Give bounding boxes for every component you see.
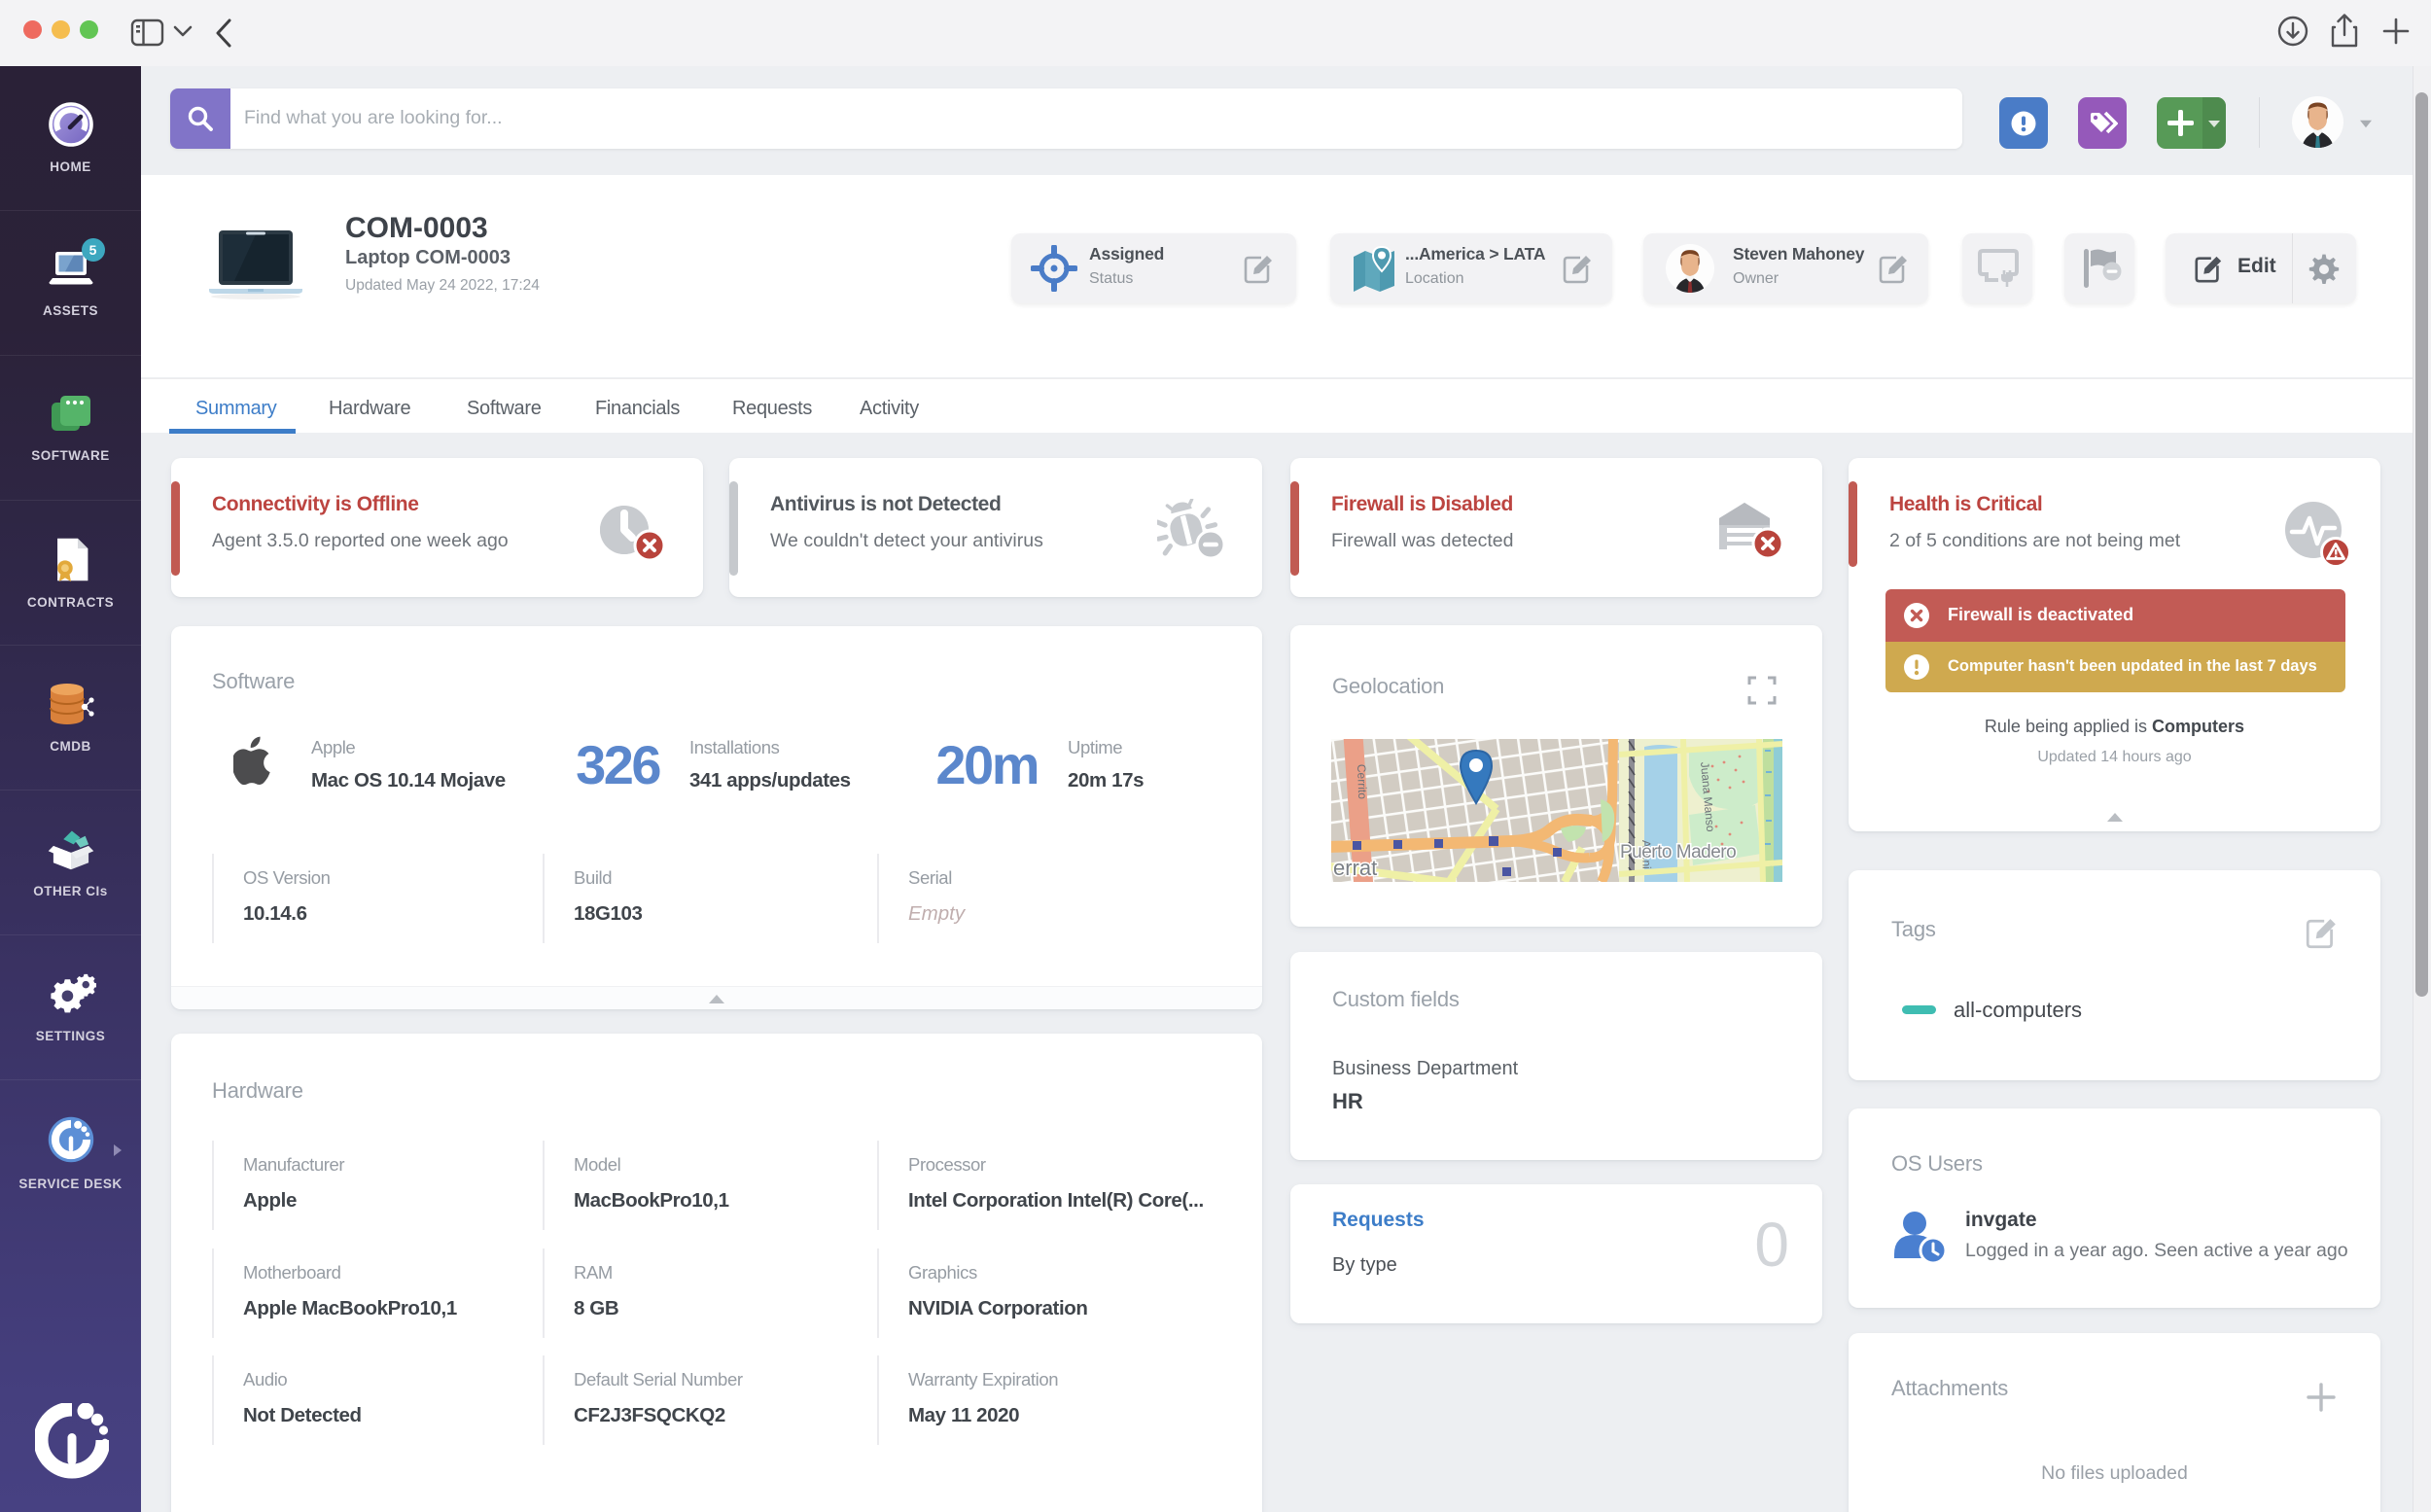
svg-text:errat: errat (1333, 856, 1377, 880)
svg-text:Cerrito: Cerrito (1355, 764, 1369, 800)
svg-text:Puerto Madero: Puerto Madero (1620, 842, 1736, 862)
